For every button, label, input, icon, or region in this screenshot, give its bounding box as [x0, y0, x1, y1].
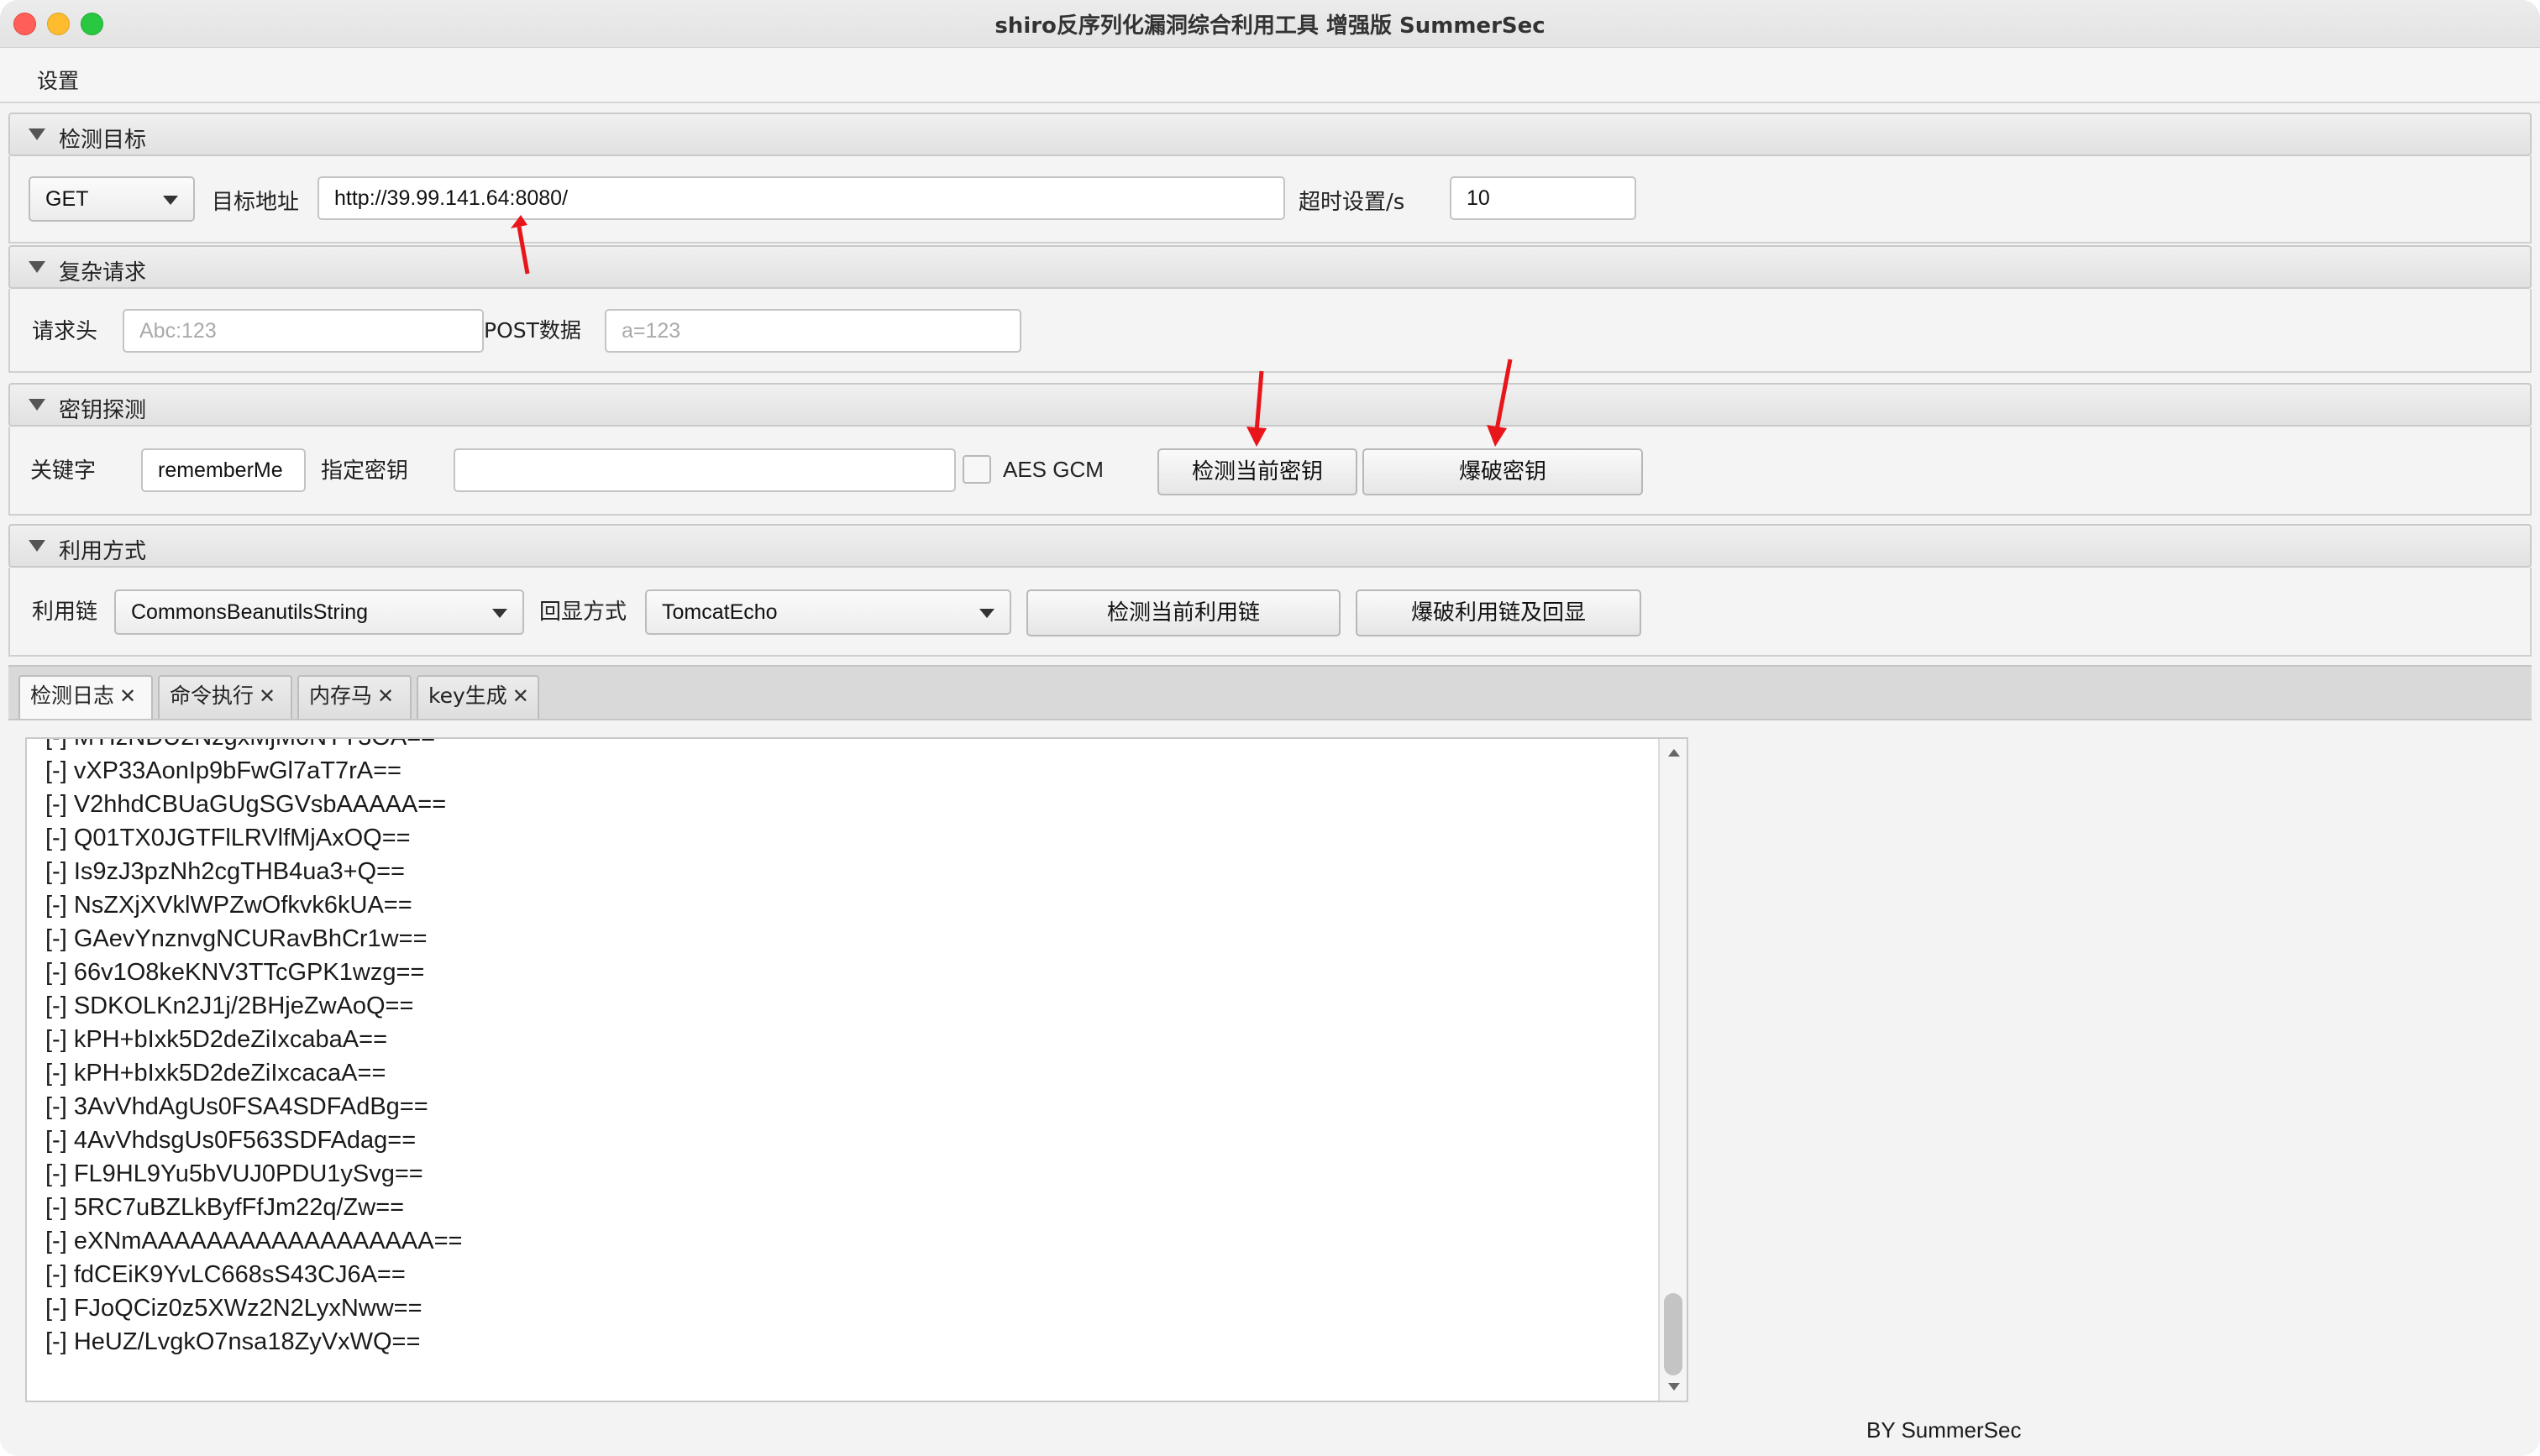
log-line: [-] vXP33AonIp9bFwGl7aT7rA== — [45, 757, 401, 784]
collapse-triangle-icon — [29, 128, 45, 140]
collapse-triangle-icon — [29, 540, 45, 552]
brute-chain-button[interactable]: 爆破利用链及回显 — [1356, 589, 1641, 636]
log-line: [-] FJoQCiz0z5XWz2N2LyxNww== — [45, 1295, 422, 1322]
url-input[interactable]: http://39.99.141.64:8080/ — [318, 176, 1285, 220]
aes-gcm-label: AES GCM — [1003, 457, 1104, 482]
post-data-label: POST数据 — [484, 318, 581, 343]
timeout-input[interactable]: 10 — [1450, 176, 1636, 220]
close-icon[interactable]: ✕ — [119, 684, 136, 708]
scroll-down-icon[interactable] — [1668, 1383, 1680, 1391]
headers-input[interactable]: Abc:123 — [123, 309, 484, 353]
log-line: [-] HeUZ/LvgkO7nsa18ZyVxWQ== — [45, 1328, 421, 1355]
section-complex-header[interactable]: 复杂请求 — [8, 245, 2532, 289]
section-target-title: 检测目标 — [59, 128, 147, 153]
specified-key-input[interactable] — [454, 448, 956, 492]
keyword-input[interactable]: rememberMe — [141, 448, 306, 492]
chain-label: 利用链 — [32, 600, 98, 625]
tab-memory-shell[interactable]: 内存马 ✕ — [297, 675, 412, 719]
close-icon[interactable]: ✕ — [259, 684, 276, 708]
tab-detect-log[interactable]: 检测日志 ✕ — [18, 675, 153, 719]
log-line: [-] eXNmAAAAAAAAAAAAAAAAAA== — [45, 1228, 463, 1254]
tab-label: 命令执行 — [170, 683, 255, 708]
log-line: [-] fdCEiK9YvLC668sS43CJ6A== — [45, 1261, 406, 1288]
log-line: [-] 3AvVhdAgUs0FSA4SDFAdBg== — [45, 1093, 428, 1120]
log-line: [-] Is9zJ3pzNh2cgTHB4ua3+Q== — [45, 858, 405, 885]
post-data-input[interactable]: a=123 — [605, 309, 1021, 353]
section-key-header[interactable]: 密钥探测 — [8, 383, 2532, 427]
tab-label: 检测日志 — [30, 683, 115, 708]
chevron-down-icon — [163, 196, 178, 205]
footer-credit: BY SummerSec — [1866, 1417, 2022, 1443]
brute-key-button[interactable]: 爆破密钥 — [1362, 448, 1643, 495]
title-bar: shiro反序列化漏洞综合利用工具 增强版 SummerSec — [0, 0, 2540, 48]
detect-chain-button[interactable]: 检测当前利用链 — [1026, 589, 1341, 636]
menu-settings[interactable]: 设置 — [37, 65, 79, 95]
aes-gcm-checkbox[interactable] — [963, 455, 991, 484]
log-line: [-] 66v1O8keKNV3TTcGPK1wzg== — [45, 959, 425, 986]
section-key-body: 关键字 rememberMe 指定密钥 AES GCM 检测当前密钥 爆破密钥 — [8, 427, 2532, 516]
log-line: [-] NsZXjXVklWPZwOfkvk6kUA== — [45, 892, 412, 919]
scroll-up-icon[interactable] — [1668, 749, 1680, 757]
chain-value: CommonsBeanutilsString — [131, 600, 369, 624]
log-line: [-] 4AvVhdsgUs0F563SDFAdag== — [45, 1127, 417, 1154]
method-select[interactable]: GET — [29, 176, 195, 222]
close-icon[interactable]: ✕ — [377, 684, 394, 708]
window-title: shiro反序列化漏洞综合利用工具 增强版 SummerSec — [994, 13, 1546, 39]
chevron-down-icon — [979, 609, 994, 618]
log-lines: [-] MTIzNDU2NzgxMjM0NTY3OA== [-] vXP33Aon… — [45, 737, 463, 1359]
log-line: [-] GAevYnznvgNCURavBhCr1w== — [45, 925, 428, 952]
scroll-thumb[interactable] — [1664, 1293, 1682, 1375]
section-exploit-title: 利用方式 — [59, 539, 147, 564]
section-key-title: 密钥探测 — [59, 398, 147, 423]
echo-value: TomcatEcho — [662, 600, 778, 624]
menu-bar: 设置 — [0, 48, 2540, 103]
log-line: [-] SDKOLKn2J1j/2BHjeZwAoQ== — [45, 992, 414, 1019]
url-label: 目标地址 — [212, 190, 300, 215]
chain-select[interactable]: CommonsBeanutilsString — [114, 589, 524, 635]
section-target-header[interactable]: 检测目标 — [8, 113, 2532, 156]
log-line: [-] kPH+bIxk5D2deZiIxcabaA== — [45, 1026, 388, 1053]
log-line: [-] MTIzNDU2NzgxMjM0NTY3OA== — [45, 737, 436, 751]
log-line: [-] FL9HL9Yu5bVUJ0PDU1ySvg== — [45, 1160, 423, 1187]
log-line: [-] 5RC7uBZLkByfFfJm22q/Zw== — [45, 1194, 405, 1221]
app-window: shiro反序列化漏洞综合利用工具 增强版 SummerSec 设置 检测目标 … — [0, 0, 2540, 1456]
collapse-triangle-icon — [29, 261, 45, 273]
section-exploit-header[interactable]: 利用方式 — [8, 524, 2532, 568]
section-complex-body: 请求头 Abc:123 POST数据 a=123 — [8, 289, 2532, 373]
tab-label: key生成 — [428, 683, 507, 708]
section-complex-title: 复杂请求 — [59, 260, 147, 285]
log-scrollbar[interactable] — [1658, 739, 1687, 1401]
log-line: [-] Q01TX0JGTFlLRVlfMjAxOQ== — [45, 825, 411, 851]
log-line: [-] kPH+bIxk5D2deZiIxcacaA== — [45, 1060, 386, 1087]
tab-key-gen[interactable]: key生成 ✕ — [417, 675, 539, 719]
specified-key-label: 指定密钥 — [321, 458, 409, 484]
log-output[interactable]: [-] MTIzNDU2NzgxMjM0NTY3OA== [-] vXP33Aon… — [25, 737, 1688, 1402]
tab-label: 内存马 — [309, 683, 373, 708]
section-exploit-body: 利用链 CommonsBeanutilsString 回显方式 TomcatEc… — [8, 568, 2532, 657]
log-line: [-] V2hhdCBUaGUgSGVsbAAAAA== — [45, 791, 447, 818]
close-icon[interactable]: ✕ — [512, 684, 529, 708]
method-value: GET — [45, 187, 89, 211]
tab-command-exec[interactable]: 命令执行 ✕ — [158, 675, 292, 719]
detect-key-button[interactable]: 检测当前密钥 — [1157, 448, 1357, 495]
timeout-label: 超时设置/s — [1299, 190, 1405, 215]
echo-label: 回显方式 — [539, 600, 627, 625]
keyword-label: 关键字 — [30, 458, 97, 484]
collapse-triangle-icon — [29, 399, 45, 411]
section-target-body: GET 目标地址 http://39.99.141.64:8080/ 超时设置/… — [8, 156, 2532, 244]
echo-select[interactable]: TomcatEcho — [645, 589, 1011, 635]
tab-strip: 检测日志 ✕ 命令执行 ✕ 内存马 ✕ key生成 ✕ — [8, 665, 2532, 720]
headers-label: 请求头 — [32, 319, 98, 344]
chevron-down-icon — [492, 609, 507, 618]
